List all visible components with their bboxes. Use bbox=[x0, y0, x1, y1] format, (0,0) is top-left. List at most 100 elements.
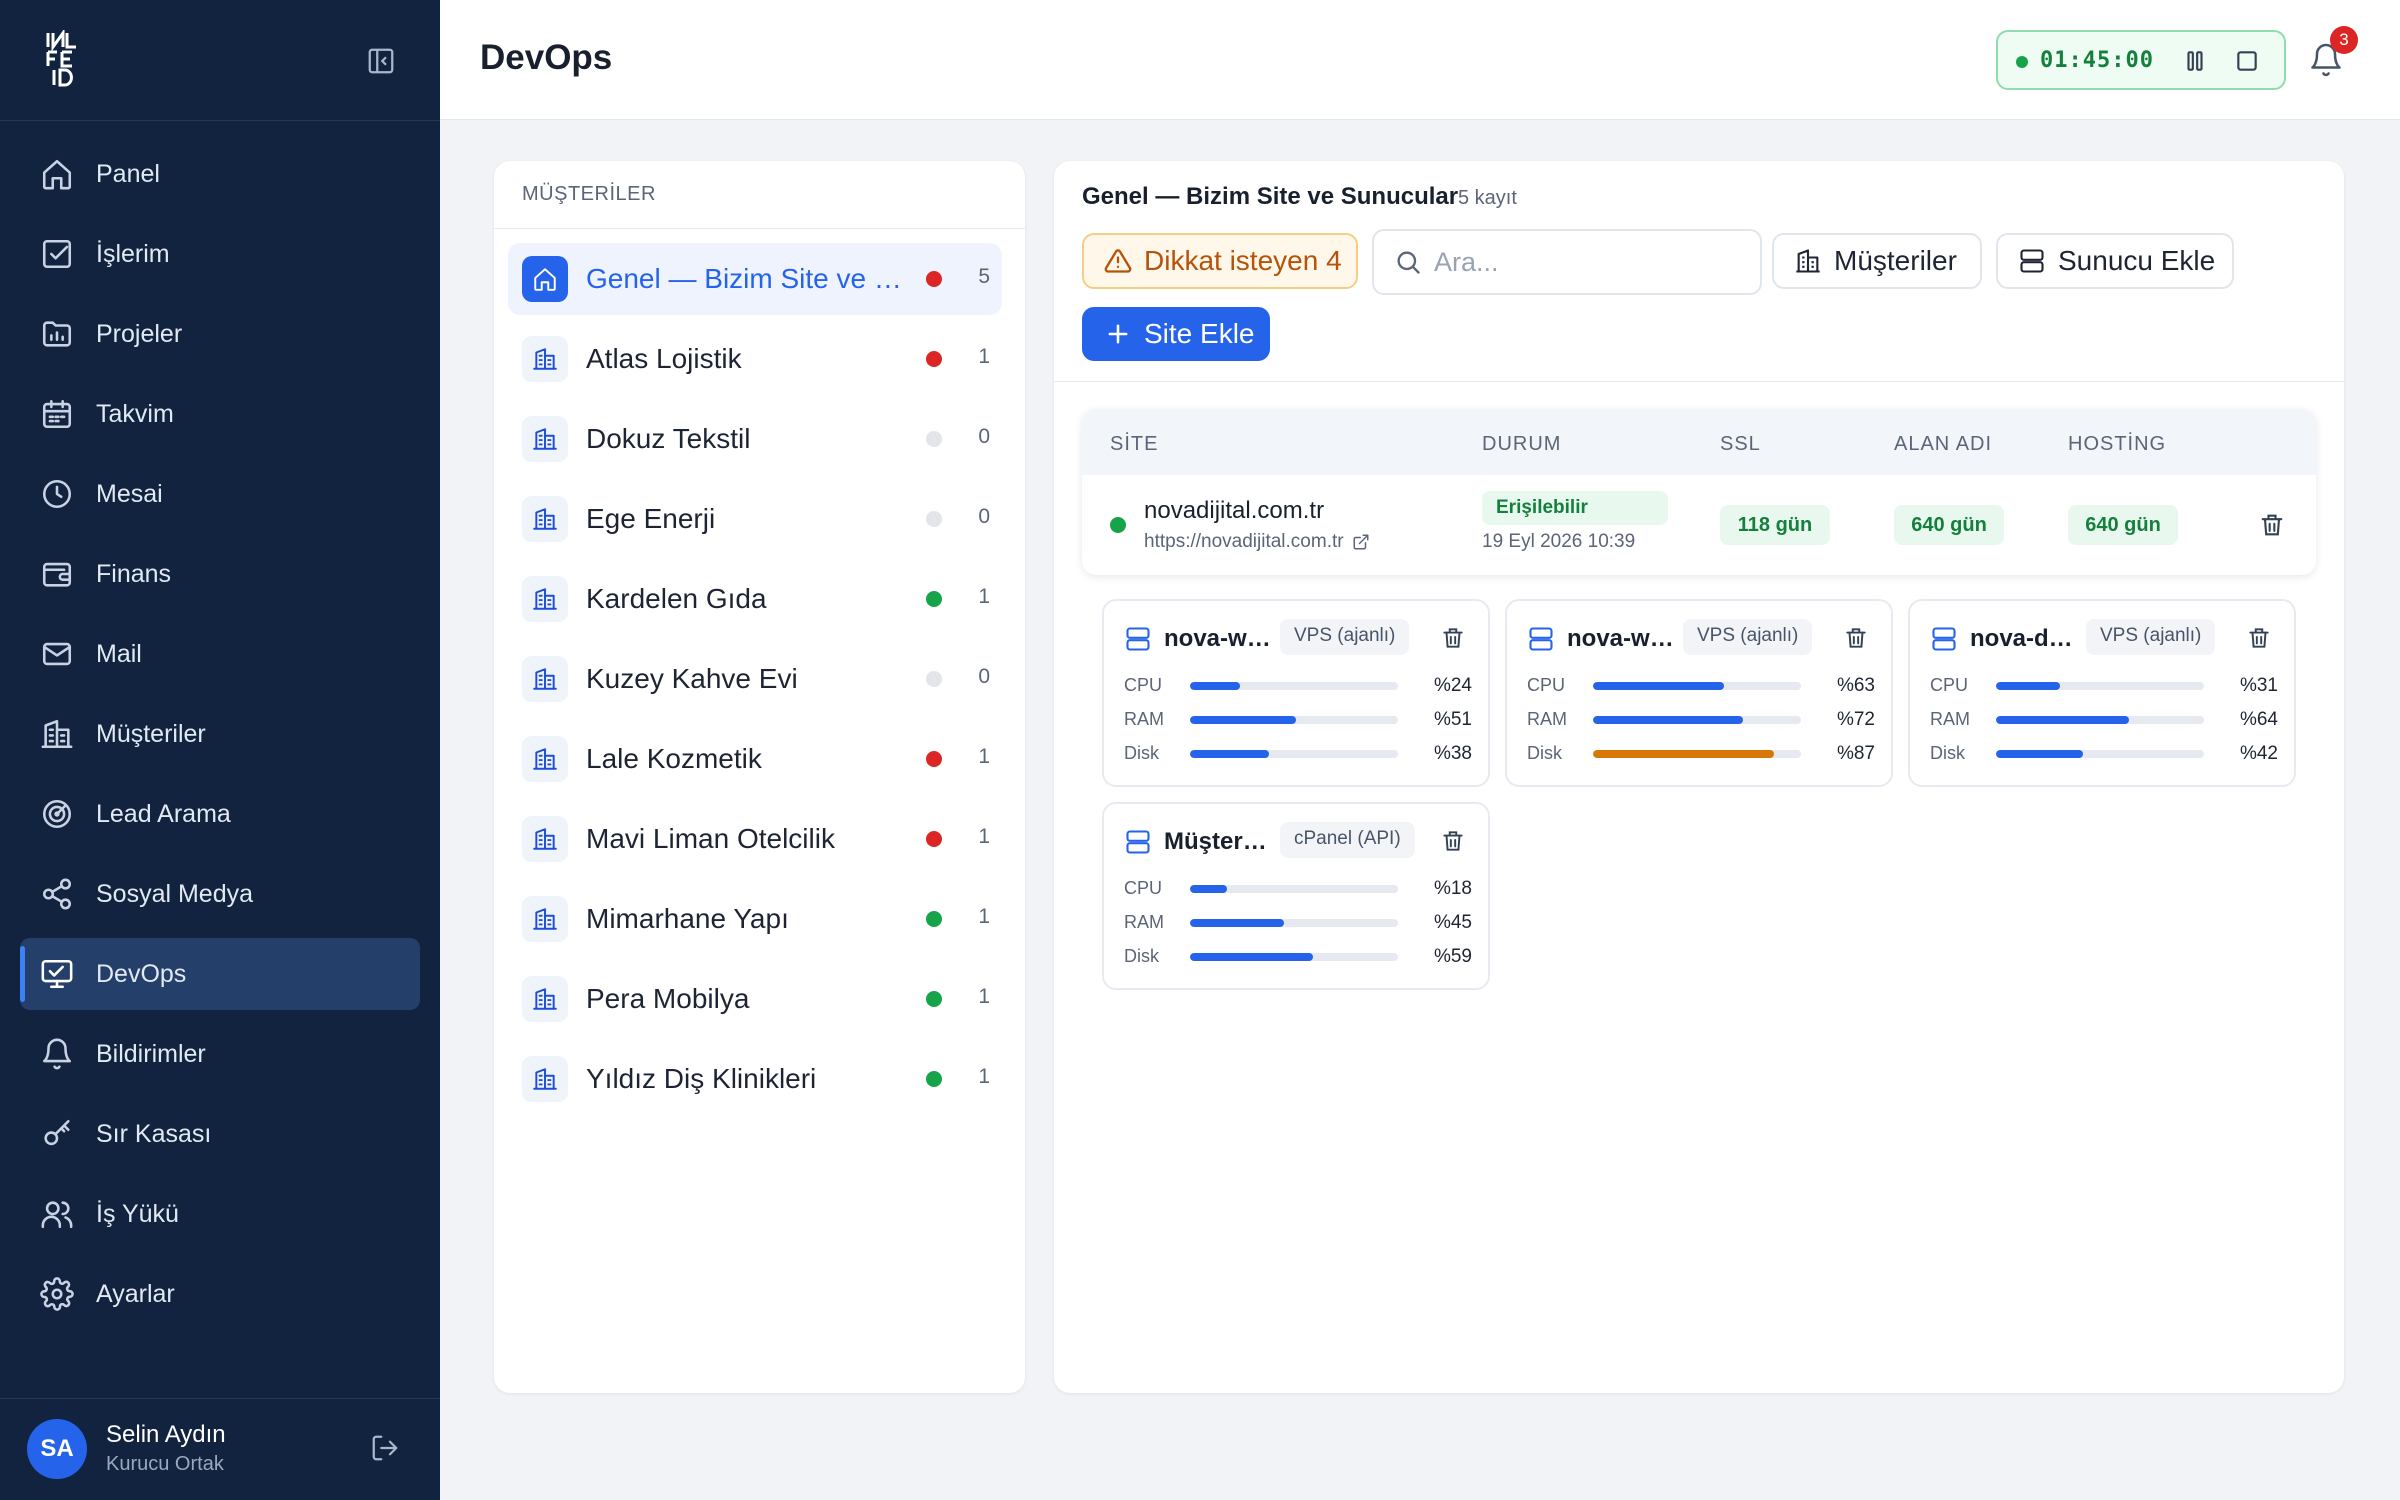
delete-server-trash-icon[interactable] bbox=[2246, 625, 2272, 651]
page-title: DevOps bbox=[480, 38, 613, 77]
status-checked-time: 19 Eyl 2026 10:39 bbox=[1482, 531, 1636, 552]
client-item[interactable]: Mimarhane Yapı 1 bbox=[508, 883, 1002, 955]
sidebar-item-8[interactable]: Lead Arama bbox=[20, 778, 420, 850]
server-type-badge: cPanel (API) bbox=[1280, 822, 1415, 858]
sidebar-item-10[interactable]: DevOps bbox=[20, 938, 420, 1010]
sidebar-item-14[interactable]: Ayarlar bbox=[20, 1258, 420, 1330]
client-name: Genel — Bizim Site ve Sunucular bbox=[586, 263, 906, 294]
attention-filter-button[interactable]: Dikkat isteyen 4 bbox=[1082, 233, 1358, 289]
metric-row: RAM %72 bbox=[1527, 707, 1875, 731]
delete-server-trash-icon[interactable] bbox=[1440, 625, 1466, 651]
client-item[interactable]: Kuzey Kahve Evi 0 bbox=[508, 643, 1002, 715]
client-status-dot bbox=[926, 671, 942, 687]
table-row[interactable]: novadijital.com.tr https://novadijital.c… bbox=[1082, 475, 2316, 575]
folder-chart-icon bbox=[40, 317, 74, 351]
client-status-dot bbox=[926, 991, 942, 1007]
metric-row: CPU %24 bbox=[1124, 673, 1472, 697]
server-type-badge: VPS (ajanlı) bbox=[1683, 619, 1813, 655]
sidebar-item-9[interactable]: Sosyal Medya bbox=[20, 858, 420, 930]
sidebar-item-6[interactable]: Mail bbox=[20, 618, 420, 690]
hosting-days-badge: 640 gün bbox=[2068, 505, 2178, 545]
metric-bar-fill bbox=[1593, 682, 1725, 690]
sidebar-item-label: Sosyal Medya bbox=[96, 879, 254, 908]
stop-icon[interactable] bbox=[2234, 48, 2260, 74]
user-profile: SA Selin Aydın Kurucu Ortak bbox=[0, 1398, 440, 1500]
metric-label: RAM bbox=[1124, 709, 1164, 729]
server-card[interactable]: nova-db-01 VPS (ajanlı) CPU %31 RAM %64 Disk %4… bbox=[1908, 599, 2296, 787]
metric-bar bbox=[1996, 750, 2204, 758]
client-count: 1 bbox=[978, 985, 990, 1008]
clients-button[interactable]: Müşteriler bbox=[1772, 233, 1982, 289]
client-count: 1 bbox=[978, 745, 990, 768]
sidebar-item-4[interactable]: Mesai bbox=[20, 458, 420, 530]
add-site-button[interactable]: Site Ekle bbox=[1082, 307, 1270, 361]
delete-server-trash-icon[interactable] bbox=[1843, 625, 1869, 651]
site-url: https://novadijital.com.tr bbox=[1144, 531, 1344, 552]
client-item[interactable]: Ege Enerji 0 bbox=[508, 483, 1002, 555]
metric-label: Disk bbox=[1930, 743, 1965, 763]
delete-server-trash-icon[interactable] bbox=[1440, 828, 1466, 854]
sidebar-item-11[interactable]: Bildirimler bbox=[20, 1018, 420, 1090]
metric-value: %45 bbox=[1433, 912, 1472, 933]
sidebar-item-label: Bildirimler bbox=[96, 1039, 206, 1068]
client-count: 1 bbox=[978, 825, 990, 848]
sidebar-item-7[interactable]: Müşteriler bbox=[20, 698, 420, 770]
sidebar-item-5[interactable]: Finans bbox=[20, 538, 420, 610]
metric-row: CPU %31 bbox=[1930, 673, 2278, 697]
plus-icon bbox=[1108, 324, 1128, 344]
metric-bar bbox=[1593, 682, 1801, 690]
panel-title: Genel — Bizim Site ve Sunucular bbox=[1082, 183, 1459, 210]
sidebar-collapse-icon[interactable] bbox=[366, 46, 396, 76]
client-item[interactable]: Pera Mobilya 1 bbox=[508, 963, 1002, 1035]
client-item[interactable]: Lale Kozmetik 1 bbox=[508, 723, 1002, 795]
client-item[interactable]: Yıldız Diş Klinikleri 1 bbox=[508, 1043, 1002, 1115]
building-icon bbox=[522, 736, 568, 782]
sidebar-item-1[interactable]: İşlerim bbox=[20, 218, 420, 290]
wallet-icon bbox=[40, 557, 74, 591]
client-item[interactable]: Atlas Lojistik 1 bbox=[508, 323, 1002, 395]
metric-bar-fill bbox=[1996, 750, 2084, 758]
client-item[interactable]: Kardelen Gıda 1 bbox=[508, 563, 1002, 635]
sidebar-item-12[interactable]: Sır Kasası bbox=[20, 1098, 420, 1170]
sidebar-item-label: Projeler bbox=[96, 319, 183, 348]
client-item[interactable]: Mavi Liman Otelcilik 1 bbox=[508, 803, 1002, 875]
client-status-dot bbox=[926, 751, 942, 767]
delete-site-trash-icon[interactable] bbox=[2258, 511, 2286, 539]
sidebar-item-2[interactable]: Projeler bbox=[20, 298, 420, 370]
metric-bar-fill bbox=[1996, 682, 2061, 690]
server-card[interactable]: Müşteri Paneli cPanel (API) CPU %18 RAM %45 Di… bbox=[1102, 802, 1490, 990]
metric-bar-fill bbox=[1190, 750, 1270, 758]
client-item[interactable]: Genel — Bizim Site ve Sunucular 5 bbox=[508, 243, 1002, 315]
share-icon bbox=[40, 877, 74, 911]
radar-icon bbox=[40, 797, 74, 831]
table-header: SİTE DURUM SSL ALAN ADI HOSTİNG bbox=[1082, 409, 2316, 475]
server-card[interactable]: nova-web-02 VPS (ajanlı) CPU %63 RAM %72 Disk%… bbox=[1505, 599, 1893, 787]
sidebar-item-3[interactable]: Takvim bbox=[20, 378, 420, 450]
sidebar-item-label: Müşteriler bbox=[96, 719, 206, 748]
metric-row: Disk %42 bbox=[1930, 741, 2278, 765]
metric-bar bbox=[1190, 919, 1398, 927]
avatar[interactable]: SA bbox=[27, 1419, 87, 1479]
client-status-dot bbox=[926, 271, 942, 287]
logout-icon[interactable] bbox=[370, 1433, 400, 1463]
server-card[interactable]: nova-web-01 VPS (ajanlı) CPU %24 RAM %51 Disk%… bbox=[1102, 599, 1490, 787]
metric-bar bbox=[1190, 682, 1398, 690]
client-item[interactable]: Dokuz Tekstil 0 bbox=[508, 403, 1002, 475]
sidebar: Panel İşlerim Projeler Takvim Mesai Finans Mai… bbox=[0, 0, 440, 1500]
building-icon bbox=[522, 416, 568, 462]
client-status-dot bbox=[926, 431, 942, 447]
metric-value: %31 bbox=[2239, 675, 2278, 696]
metric-row: CPU %18 bbox=[1124, 876, 1472, 900]
ssl-days-badge: 118 gün bbox=[1720, 505, 1830, 545]
add-server-button[interactable]: Sunucu Ekle bbox=[1996, 233, 2234, 289]
pause-icon[interactable] bbox=[2182, 48, 2208, 74]
home-icon bbox=[522, 256, 568, 302]
sidebar-item-0[interactable]: Panel bbox=[20, 138, 420, 210]
warning-icon bbox=[1104, 249, 1132, 273]
search-input[interactable]: Ara... bbox=[1372, 229, 1762, 295]
sidebar-item-13[interactable]: İş Yükü bbox=[20, 1178, 420, 1250]
sidebar-item-label: İşlerim bbox=[96, 239, 170, 268]
metric-label: RAM bbox=[1527, 709, 1567, 729]
site-url-link[interactable]: https://novadijital.com.tr bbox=[1144, 531, 1370, 553]
clients-button-label: Müşteriler bbox=[1834, 245, 1957, 276]
